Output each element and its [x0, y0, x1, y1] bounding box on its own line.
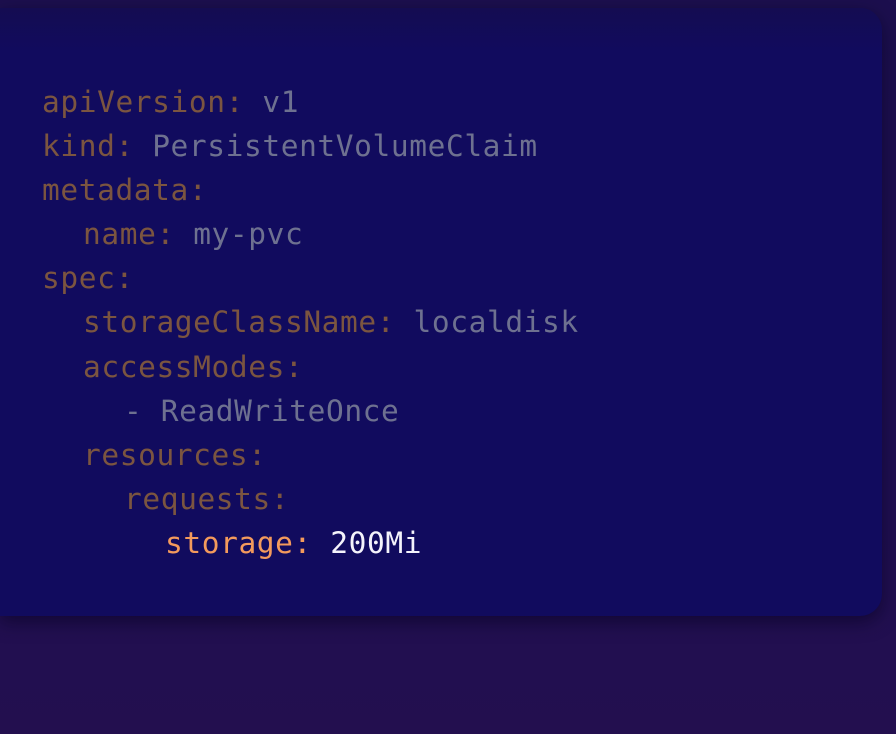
yaml-key: storageClassName: [83, 305, 377, 340]
yaml-key: metadata: [42, 173, 189, 208]
panel-top-shading: [0, 8, 882, 52]
yaml-key: requests: [124, 481, 271, 516]
code-line-metadata: metadata:: [42, 168, 579, 212]
yaml-key-highlighted: storage: [165, 525, 294, 560]
yaml-key: accessModes: [83, 349, 285, 384]
yaml-code-block: apiVersion: v1 kind: PersistentVolumeCla…: [42, 80, 579, 565]
yaml-colon: :: [293, 525, 331, 560]
yaml-colon: :: [115, 129, 153, 164]
yaml-list-item: - ReadWriteOnce: [124, 393, 400, 428]
yaml-colon: :: [115, 261, 134, 296]
yaml-colon: :: [248, 437, 267, 472]
yaml-value: localdisk: [413, 305, 579, 340]
yaml-colon: :: [376, 305, 414, 340]
code-line-spec: spec:: [42, 256, 579, 300]
yaml-colon: :: [188, 173, 208, 208]
code-line-kind: kind: PersistentVolumeClaim: [42, 124, 579, 168]
code-line-storageclassname: storageClassName: localdisk: [42, 300, 579, 344]
yaml-value: PersistentVolumeClaim: [152, 129, 538, 164]
yaml-colon: :: [284, 349, 304, 384]
code-line-accessmodes: accessModes:: [42, 345, 579, 389]
yaml-value: v1: [262, 85, 300, 119]
yaml-key: name: [83, 217, 157, 252]
yaml-key: kind: [42, 129, 116, 164]
code-panel: apiVersion: v1 kind: PersistentVolumeCla…: [0, 8, 882, 616]
code-line-requests: requests:: [42, 477, 579, 521]
yaml-colon: :: [270, 481, 290, 516]
code-line-resources: resources:: [42, 433, 579, 477]
yaml-value-highlighted: 200Mi: [330, 525, 423, 560]
code-line-storage-highlighted: storage: 200Mi: [42, 521, 579, 565]
code-line-accessmode-item: - ReadWriteOnce: [42, 389, 579, 433]
yaml-colon: :: [156, 217, 194, 252]
yaml-colon: :: [225, 85, 263, 119]
yaml-value: my-pvc: [193, 217, 304, 252]
yaml-key: apiVersion: [42, 85, 226, 119]
yaml-key: spec: [42, 261, 116, 296]
code-line-name: name: my-pvc: [42, 212, 579, 256]
yaml-key: resources: [83, 437, 249, 472]
code-line-apiversion: apiVersion: v1: [42, 80, 579, 124]
